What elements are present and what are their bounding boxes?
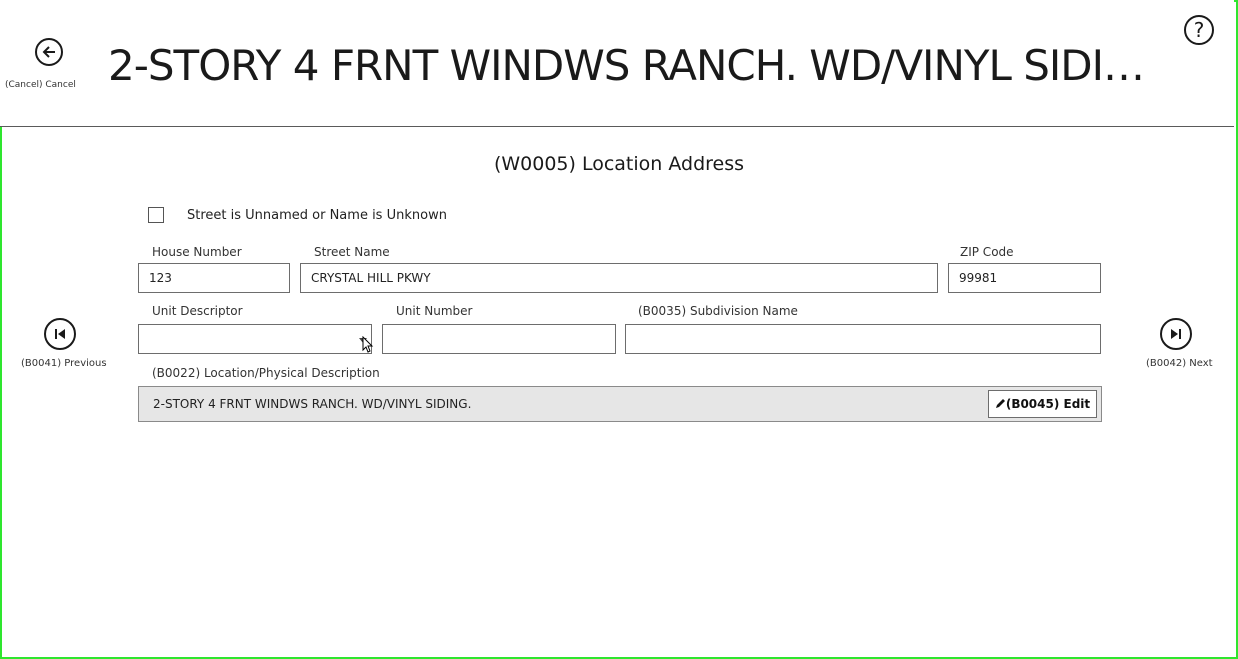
edit-button-label: (B0045) Edit: [1005, 397, 1091, 411]
location-description-value: 2-STORY 4 FRNT WINDWS RANCH. WD/VINYL SI…: [153, 397, 472, 411]
back-arrow-icon: [35, 38, 63, 66]
skip-next-icon: [1160, 318, 1192, 350]
pencil-icon: [995, 399, 1005, 408]
unit-number-input[interactable]: [382, 324, 616, 354]
help-icon[interactable]: ?: [1184, 15, 1214, 45]
subdivision-name-label: (B0035) Subdivision Name: [638, 304, 798, 318]
mouse-cursor-icon: [362, 336, 374, 353]
subdivision-name-input[interactable]: [625, 324, 1101, 354]
section-title: (W0005) Location Address: [493, 153, 745, 175]
street-name-input[interactable]: CRYSTAL HILL PKWY: [300, 263, 938, 293]
header-bar: (Cancel) Cancel 2-STORY 4 FRNT WINDWS RA…: [0, 0, 1234, 127]
house-number-input[interactable]: 123: [138, 263, 290, 293]
house-number-label: House Number: [152, 245, 242, 259]
previous-label: (B0041) Previous: [21, 358, 107, 369]
edit-description-button[interactable]: (B0045) Edit: [988, 390, 1097, 418]
unnamed-street-label: Street is Unnamed or Name is Unknown: [187, 208, 447, 223]
unnamed-street-checkbox[interactable]: [148, 207, 164, 223]
next-label: (B0042) Next: [1146, 358, 1213, 369]
cancel-button[interactable]: [14, 38, 84, 118]
cancel-label: (Cancel) Cancel: [5, 80, 76, 90]
previous-button[interactable]: [44, 318, 76, 350]
zip-code-input[interactable]: 99981: [948, 263, 1101, 293]
location-description-label: (B0022) Location/Physical Description: [152, 366, 380, 380]
unit-descriptor-label: Unit Descriptor: [152, 304, 243, 318]
next-button[interactable]: [1160, 318, 1192, 350]
skip-previous-icon: [44, 318, 76, 350]
page-title: 2-STORY 4 FRNT WINDWS RANCH. WD/VINYL SI…: [108, 41, 1145, 90]
zip-code-label: ZIP Code: [960, 245, 1014, 259]
unit-descriptor-dropdown[interactable]: [138, 324, 372, 354]
unit-number-label: Unit Number: [396, 304, 473, 318]
location-description-field: 2-STORY 4 FRNT WINDWS RANCH. WD/VINYL SI…: [138, 386, 1102, 422]
street-name-label: Street Name: [314, 245, 390, 259]
